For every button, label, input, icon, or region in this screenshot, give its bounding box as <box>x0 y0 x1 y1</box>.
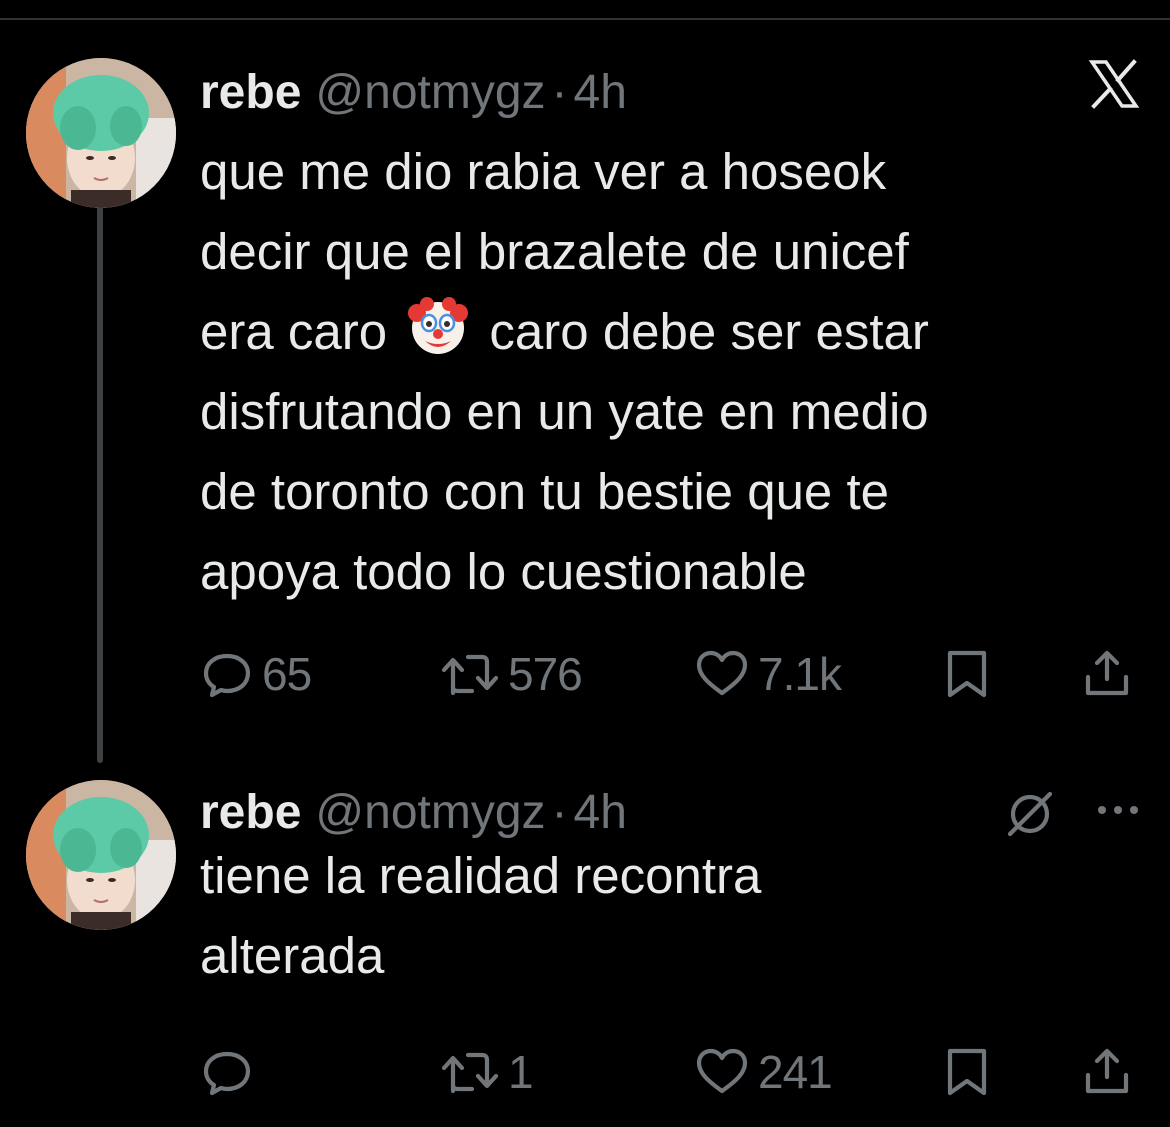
retweet-button[interactable]: 1 <box>440 1042 534 1102</box>
retweet-button[interactable]: 576 <box>440 644 583 704</box>
bookmark-button[interactable] <box>940 644 994 704</box>
action-bar: 65 576 7.1k <box>200 644 1150 704</box>
clown-face-icon <box>408 297 469 354</box>
handle[interactable]: @notmygz <box>315 65 545 120</box>
separator-dot: · <box>551 785 568 839</box>
tweet-header: rebe @notmygz · 4h <box>200 782 627 842</box>
like-count: 7.1k <box>758 648 842 700</box>
reply-icon <box>203 653 251 698</box>
action-bar: 1 241 <box>200 1042 1150 1102</box>
reply-icon <box>203 1051 251 1096</box>
more-icon[interactable] <box>1096 800 1140 820</box>
avatar[interactable] <box>26 58 176 208</box>
share-button[interactable] <box>1080 644 1134 704</box>
display-name[interactable]: rebe <box>200 65 301 120</box>
timestamp[interactable]: 4h <box>574 785 627 840</box>
tweet[interactable]: rebe @notmygz · 4h que me dio rabia ver … <box>0 48 1170 748</box>
timestamp[interactable]: 4h <box>574 65 627 120</box>
bookmark-button[interactable] <box>940 1042 994 1102</box>
display-name[interactable]: rebe <box>200 785 301 840</box>
heart-icon <box>696 650 748 696</box>
reply-count: 65 <box>262 648 312 700</box>
separator-dot: · <box>551 65 568 119</box>
bookmark-icon <box>947 650 987 698</box>
share-icon <box>1085 1048 1129 1094</box>
like-count: 241 <box>758 1046 833 1098</box>
heart-icon <box>696 1048 748 1094</box>
retweet-icon <box>441 1052 499 1094</box>
handle[interactable]: @notmygz <box>315 785 545 840</box>
share-icon <box>1085 650 1129 696</box>
retweet-count: 1 <box>508 1046 534 1098</box>
tweet-header: rebe @notmygz · 4h <box>200 62 627 122</box>
like-button[interactable]: 7.1k <box>694 644 842 704</box>
reply-button[interactable] <box>200 1042 262 1102</box>
retweet-icon <box>441 654 499 696</box>
tweet-text: que me dio rabia ver a hoseok decir que … <box>200 132 1140 612</box>
top-divider <box>0 18 1170 20</box>
hide-reply-icon[interactable] <box>1002 786 1058 842</box>
tweet-text: tiene la realidad recontra alterada <box>200 847 762 984</box>
x-logo-icon <box>1088 59 1140 109</box>
share-button[interactable] <box>1080 1042 1134 1102</box>
avatar[interactable] <box>26 780 176 930</box>
reply-button[interactable]: 65 <box>200 644 312 704</box>
retweet-count: 576 <box>508 648 583 700</box>
tweet[interactable]: rebe @notmygz · 4h tiene la realidad rec… <box>0 780 1170 1120</box>
bookmark-icon <box>947 1048 987 1096</box>
like-button[interactable]: 241 <box>694 1042 833 1102</box>
